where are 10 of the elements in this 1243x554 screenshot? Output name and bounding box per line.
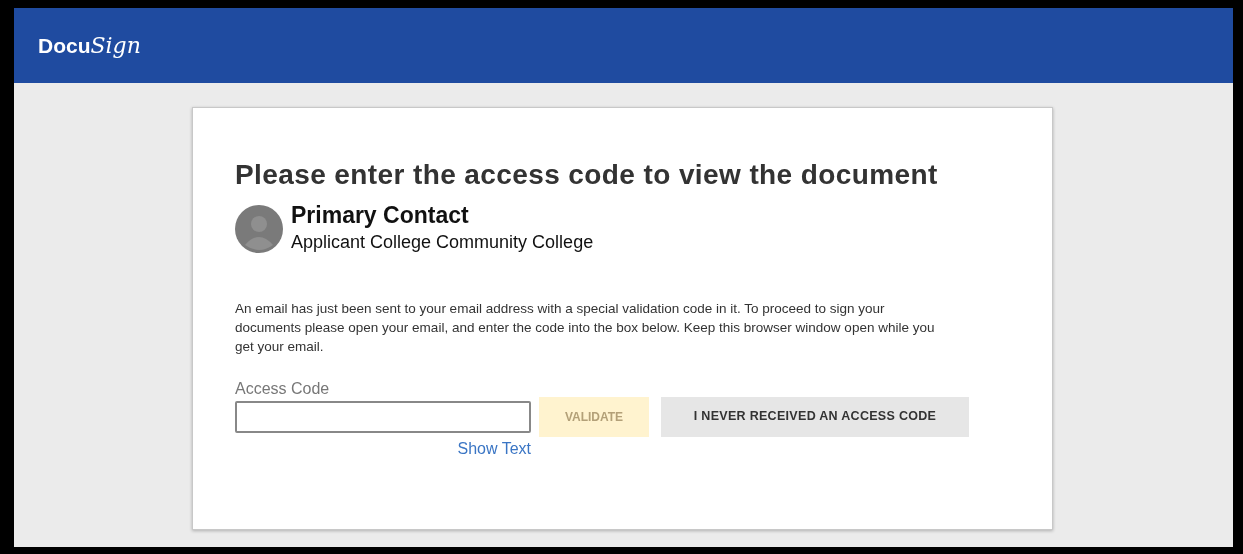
no-code-button[interactable]: I NEVER RECEIVED AN ACCESS CODE	[661, 396, 969, 437]
field-label: Access Code	[235, 378, 331, 399]
recipient-name: Primary Contact	[291, 201, 470, 230]
page-title: Please enter the access code to view the document	[235, 158, 939, 192]
logo: DocuSign	[38, 32, 141, 60]
show-text-link[interactable]: Show Text	[457, 436, 531, 461]
access-code-field[interactable]	[235, 400, 531, 433]
recipient-organization: Applicant College Community College	[291, 231, 594, 255]
avatar-icon	[235, 204, 283, 253]
instruction-text: An email has just been sent to your email address with a special validation code in it. To proceed to sign your documents please open your email, and enter the code into the box below. Keep this browser window open while you get your email.	[235, 300, 936, 356]
